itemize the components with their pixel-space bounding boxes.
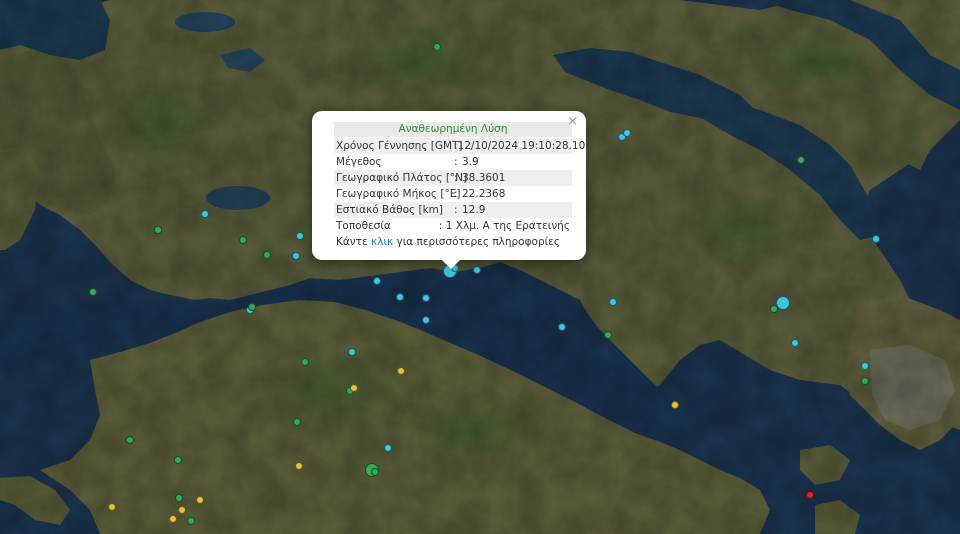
earthquake-marker-green[interactable] <box>301 358 309 366</box>
earthquake-marker-cyan[interactable] <box>473 266 481 274</box>
info-row-longitude: Γεωγραφικό Μήκος [°E] : 22.2368 <box>334 186 572 202</box>
info-label: Γεωγραφικό Πλάτος [°N] <box>336 172 468 184</box>
earthquake-marker-yellow[interactable] <box>108 503 116 511</box>
earthquake-marker-green[interactable] <box>175 494 183 502</box>
info-separator: : <box>438 220 443 232</box>
earthquake-marker-yellow[interactable] <box>169 515 177 523</box>
earthquake-marker-green[interactable] <box>248 303 256 311</box>
earthquake-marker-cyan[interactable] <box>201 210 209 218</box>
earthquake-marker-green[interactable] <box>770 305 778 313</box>
info-row-origin-time: Χρόνος Γέννησης [GMT] : 12/10/2024 19:10… <box>334 138 585 154</box>
earthquake-marker-cyan[interactable] <box>296 232 304 240</box>
info-value: 22.2368 <box>462 188 506 200</box>
satellite-map[interactable]: × Αναθεωρημένη Λύση Χρόνος Γέννησης [GMT… <box>0 0 960 534</box>
info-row-depth: Εστιακό Βάθος [km] : 12.9 <box>334 202 572 218</box>
earthquake-marker-cyan[interactable] <box>776 296 790 310</box>
earthquake-marker-cyan[interactable] <box>373 277 381 285</box>
earthquake-marker-green[interactable] <box>239 236 247 244</box>
info-row-location: Τοποθεσία : 1 Χλμ. Α της Ερατεινής <box>334 218 572 234</box>
earthquake-marker-yellow[interactable] <box>196 496 204 504</box>
more-info-prefix: Κάντε <box>336 236 368 248</box>
earthquake-marker-green[interactable] <box>263 251 271 259</box>
info-label: Χρόνος Γέννησης [GMT] <box>336 140 463 152</box>
more-info-link[interactable]: κλικ <box>371 236 393 248</box>
info-value: 12.9 <box>462 204 486 216</box>
earthquake-marker-green[interactable] <box>604 331 612 339</box>
earthquake-marker-cyan[interactable] <box>872 235 880 243</box>
popup-pointer <box>441 259 461 269</box>
info-row-latitude: Γεωγραφικό Πλάτος [°N] : 38.3601 <box>334 170 572 186</box>
earthquake-marker-green[interactable] <box>126 436 134 444</box>
earthquake-marker-green[interactable] <box>371 468 379 476</box>
info-label: Εστιακό Βάθος [km] <box>336 204 444 216</box>
earthquake-marker-yellow[interactable] <box>671 401 679 409</box>
earthquake-marker-cyan[interactable] <box>422 316 430 324</box>
info-row-magnitude: Μέγεθος : 3.9 <box>334 154 572 170</box>
earthquake-marker-cyan[interactable] <box>396 293 404 301</box>
earthquake-marker-green[interactable] <box>154 226 162 234</box>
more-info-suffix: για περισσότερες πληροφορίες <box>396 236 561 248</box>
earthquake-marker-cyan[interactable] <box>558 323 566 331</box>
info-label: Τοποθεσία <box>336 220 391 232</box>
earthquake-marker-cyan[interactable] <box>384 444 392 452</box>
earthquake-marker-yellow[interactable] <box>350 384 358 392</box>
earthquake-marker-green[interactable] <box>174 456 182 464</box>
earthquake-marker-cyan[interactable] <box>609 298 617 306</box>
info-value: 38.3601 <box>462 172 506 184</box>
earthquake-marker-cyan[interactable] <box>861 362 869 370</box>
earthquake-marker-green[interactable] <box>89 288 97 296</box>
close-popup-button[interactable]: × <box>567 114 578 129</box>
info-separator: : <box>454 188 458 200</box>
info-value: 3.9 <box>462 156 479 168</box>
more-info-line: Κάντε κλικ για περισσότερες πληροφορίες <box>334 234 572 250</box>
earthquake-marker-cyan[interactable] <box>623 129 631 137</box>
earthquake-marker-cyan[interactable] <box>292 252 300 260</box>
earthquake-marker-green[interactable] <box>293 418 301 426</box>
earthquake-marker-green[interactable] <box>187 517 195 525</box>
earthquake-marker-cyan[interactable] <box>422 294 430 302</box>
earthquake-marker-yellow[interactable] <box>397 367 405 375</box>
earthquake-marker-red[interactable] <box>806 491 814 499</box>
earthquake-marker-cyan[interactable] <box>348 348 356 356</box>
info-label: Γεωγραφικό Μήκος [°E] <box>336 188 461 200</box>
earthquake-marker-green[interactable] <box>797 156 805 164</box>
earthquake-marker-green[interactable] <box>433 43 441 51</box>
info-value: 12/10/2024 19:10:28.10 <box>457 140 586 152</box>
earthquake-marker-yellow[interactable] <box>295 462 303 470</box>
info-separator: : <box>454 204 458 216</box>
earthquake-marker-cyan[interactable] <box>791 339 799 347</box>
info-label: Μέγεθος <box>336 156 382 168</box>
info-value: 1 Χλμ. Α της Ερατεινής <box>445 220 570 232</box>
info-separator: : <box>454 172 458 184</box>
popup-title: Αναθεωρημένη Λύση <box>334 122 572 137</box>
earthquake-marker-yellow[interactable] <box>178 506 186 514</box>
earthquake-marker-green[interactable] <box>861 377 869 385</box>
event-info-popup: × Αναθεωρημένη Λύση Χρόνος Γέννησης [GMT… <box>312 111 586 260</box>
info-separator: : <box>454 156 458 168</box>
